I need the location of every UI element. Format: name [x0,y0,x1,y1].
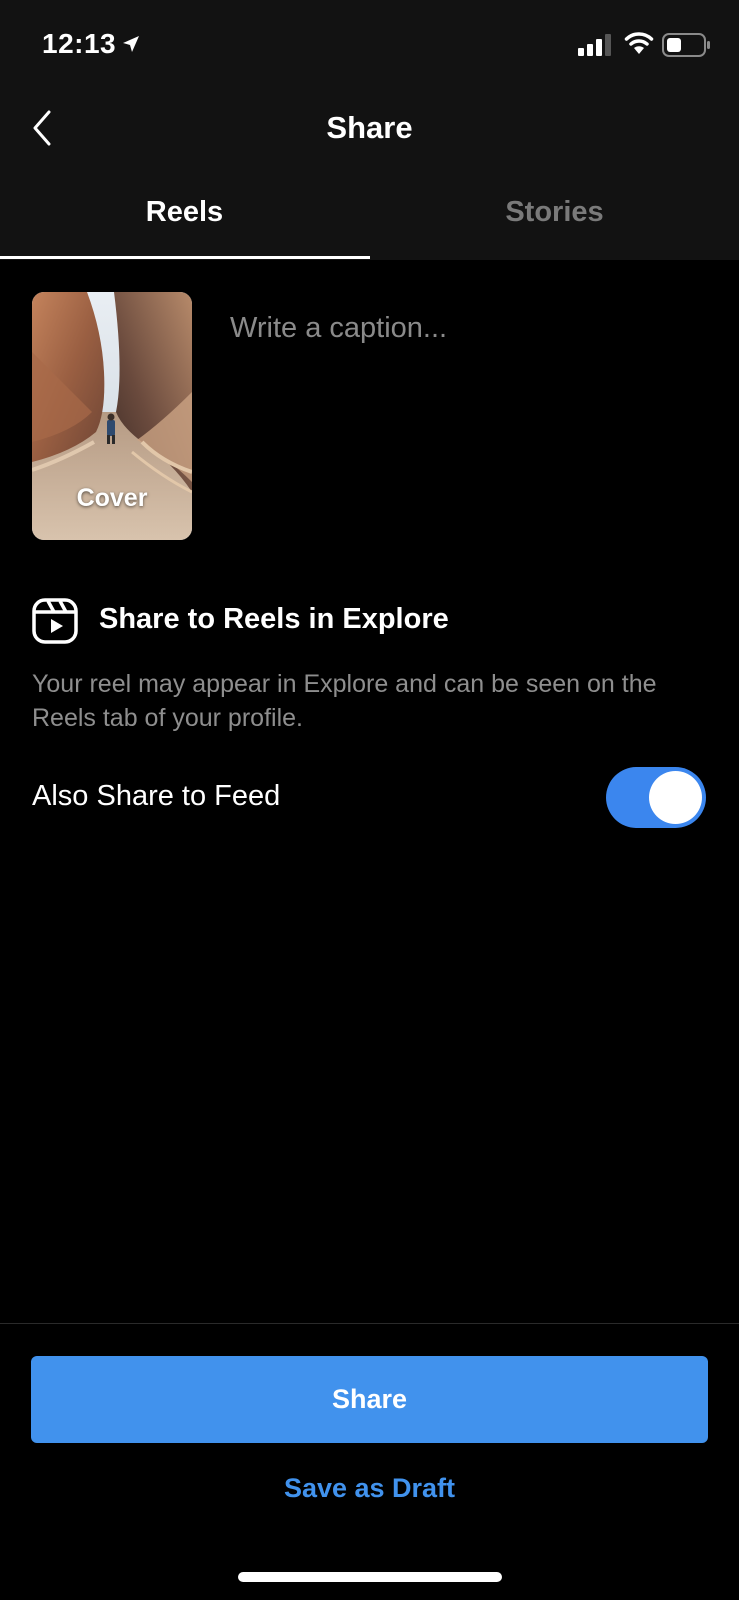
tab-stories[interactable]: Stories [370,196,739,229]
toggle-knob [649,771,702,824]
cover-thumbnail[interactable]: Cover [32,292,192,540]
share-to-feed-toggle[interactable] [606,767,706,828]
home-indicator [238,1572,502,1582]
tab-selected-indicator [0,256,370,259]
caption-input[interactable] [230,306,710,350]
tab-reels[interactable]: Reels [0,196,369,229]
page-title: Share [326,110,413,145]
reels-icon [32,598,78,644]
share-to-feed-label: Also Share to Feed [32,780,281,812]
save-as-draft-button[interactable]: Save as Draft [0,1473,739,1504]
top-bar: 12:13 Share Reels Stories [0,0,739,260]
share-button[interactable]: Share [31,1356,708,1443]
location-arrow-icon [123,36,139,52]
status-time: 12:13 [42,28,117,59]
wifi-icon [624,32,654,54]
divider [0,1323,739,1324]
cover-label: Cover [76,484,148,512]
battery-icon [662,33,710,57]
explore-description: Your reel may appear in Explore and can … [32,670,657,732]
cellular-signal-icon [578,34,611,56]
explore-title: Share to Reels in Explore [99,603,449,635]
